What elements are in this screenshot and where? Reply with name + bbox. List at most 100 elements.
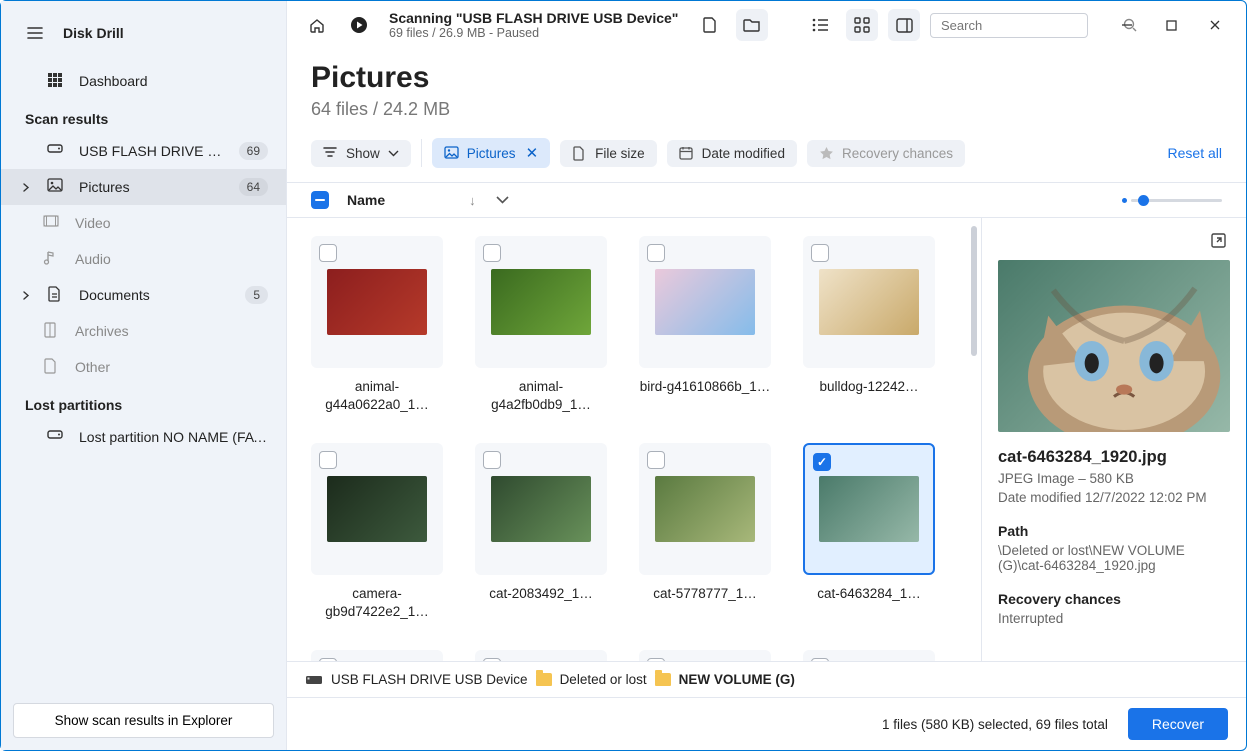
breadcrumb-item[interactable]: USB FLASH DRIVE USB Device	[331, 672, 528, 687]
file-checkbox[interactable]	[319, 451, 337, 469]
file-thumbnail[interactable]	[803, 650, 935, 661]
list-view-icon[interactable]	[804, 9, 836, 41]
file-checkbox[interactable]	[319, 244, 337, 262]
home-icon[interactable]	[301, 9, 333, 41]
play-icon[interactable]	[343, 9, 375, 41]
grid-view-icon[interactable]	[846, 9, 878, 41]
file-thumbnail[interactable]	[475, 650, 607, 661]
thumbnail-image	[819, 476, 919, 542]
column-name[interactable]: Name	[347, 192, 385, 208]
file-thumbnail[interactable]	[475, 236, 607, 368]
file-card[interactable]: bird-g41610866b_1…	[639, 236, 771, 413]
sidebar-badge: 5	[245, 286, 268, 304]
sidebar-item-pictures[interactable]: Pictures 64	[1, 169, 286, 205]
thumbnail-size-slider[interactable]	[1122, 198, 1222, 203]
file-thumbnail[interactable]	[639, 650, 771, 661]
show-dropdown[interactable]: Show	[311, 140, 411, 167]
file-checkbox[interactable]	[483, 658, 501, 661]
file-card[interactable]: animal-g44a0622a0_1…	[311, 236, 443, 413]
file-card[interactable]: cat-5778777_1…	[639, 443, 771, 620]
sidebar-label: Documents	[79, 287, 231, 303]
scrollbar[interactable]	[971, 226, 977, 356]
chevron-down-icon[interactable]	[496, 196, 509, 204]
star-icon	[819, 146, 834, 161]
file-icon[interactable]	[694, 9, 726, 41]
filter-pictures[interactable]: Pictures ✕	[432, 138, 550, 168]
sort-arrow-icon[interactable]: ↓	[469, 193, 476, 208]
sidebar-item-archives[interactable]: Archives	[1, 313, 286, 349]
close-icon[interactable]: ✕	[526, 144, 539, 162]
file-checkbox[interactable]	[647, 658, 665, 661]
file-thumbnail[interactable]	[803, 443, 935, 575]
file-caption: cat-5778777_1…	[653, 585, 757, 603]
pictures-icon	[444, 146, 459, 161]
file-caption: animal-g4a2fb0db9_1…	[475, 378, 607, 413]
sidebar-item-other[interactable]: Other	[1, 349, 286, 385]
folder-icon[interactable]	[736, 9, 768, 41]
recover-button[interactable]: Recover	[1128, 708, 1228, 740]
file-card[interactable]	[639, 650, 771, 661]
sidebar-item-video[interactable]: Video	[1, 205, 286, 241]
details-recovery-value: Interrupted	[998, 611, 1230, 626]
sidebar-item-lost-partition[interactable]: Lost partition NO NAME (FAT…	[1, 419, 286, 455]
details-date: Date modified 12/7/2022 12:02 PM	[998, 490, 1230, 505]
reset-all-link[interactable]: Reset all	[1168, 145, 1222, 161]
file-checkbox[interactable]	[483, 244, 501, 262]
file-card[interactable]: camera-gb9d7422e2_1…	[311, 443, 443, 620]
open-external-icon[interactable]	[1210, 232, 1230, 252]
file-checkbox[interactable]	[647, 451, 665, 469]
sidebar-item-drive[interactable]: USB FLASH DRIVE USB D… 69	[1, 133, 286, 169]
file-card[interactable]: cat-2083492_1…	[475, 443, 607, 620]
file-card[interactable]: cat-6463284_1…	[803, 443, 935, 620]
file-checkbox[interactable]	[319, 658, 337, 661]
file-card[interactable]	[311, 650, 443, 661]
file-grid: animal-g44a0622a0_1… animal-g4a2fb0db9_1……	[287, 218, 981, 661]
thumbnail-image	[491, 476, 591, 542]
select-all-checkbox[interactable]	[311, 191, 329, 209]
file-checkbox[interactable]	[811, 658, 829, 661]
minimize-button[interactable]	[1116, 14, 1138, 36]
breadcrumb-item[interactable]: NEW VOLUME (G)	[679, 672, 795, 687]
folder-icon	[655, 673, 671, 686]
close-button[interactable]	[1204, 14, 1226, 36]
file-checkbox[interactable]	[811, 244, 829, 262]
filter-recovery-chances[interactable]: Recovery chances	[807, 140, 965, 167]
sidebar-label: Dashboard	[79, 73, 268, 89]
file-checkbox[interactable]	[647, 244, 665, 262]
hamburger-menu-icon[interactable]	[19, 17, 51, 49]
details-recovery-label: Recovery chances	[998, 591, 1230, 607]
file-thumbnail[interactable]	[803, 236, 935, 368]
file-card[interactable]	[475, 650, 607, 661]
scan-subtitle: 69 files / 26.9 MB - Paused	[389, 26, 678, 40]
titlebar: Scanning "USB FLASH DRIVE USB Device" 69…	[287, 1, 1246, 49]
drive-icon	[305, 674, 323, 686]
preview-image	[998, 260, 1230, 432]
maximize-button[interactable]	[1160, 14, 1182, 36]
sidebar-item-audio[interactable]: Audio	[1, 241, 286, 277]
file-card[interactable]: bulldog-12242…	[803, 236, 935, 413]
filter-datemodified[interactable]: Date modified	[667, 140, 797, 167]
sidebar-item-documents[interactable]: Documents 5	[1, 277, 286, 313]
sidebar-item-dashboard[interactable]: Dashboard	[1, 63, 286, 99]
chevron-right-icon	[19, 288, 33, 302]
file-card[interactable]	[803, 650, 935, 661]
file-checkbox[interactable]	[813, 453, 831, 471]
search-input[interactable]	[930, 13, 1088, 38]
file-thumbnail[interactable]	[311, 650, 443, 661]
chevron-down-icon	[388, 150, 399, 157]
file-thumbnail[interactable]	[639, 443, 771, 575]
status-bar: 1 files (580 KB) selected, 69 files tota…	[287, 697, 1246, 750]
file-thumbnail[interactable]	[639, 236, 771, 368]
search-field[interactable]	[941, 18, 1117, 33]
file-card[interactable]: animal-g4a2fb0db9_1…	[475, 236, 607, 413]
details-panel-icon[interactable]	[888, 9, 920, 41]
filter-filesize[interactable]: File size	[560, 140, 657, 167]
file-thumbnail[interactable]	[475, 443, 607, 575]
file-checkbox[interactable]	[483, 451, 501, 469]
file-thumbnail[interactable]	[311, 443, 443, 575]
show-in-explorer-button[interactable]: Show scan results in Explorer	[13, 703, 274, 738]
archive-icon	[43, 322, 61, 340]
breadcrumb-item[interactable]: Deleted or lost	[560, 672, 647, 687]
file-thumbnail[interactable]	[311, 236, 443, 368]
file-caption: bulldog-12242…	[819, 378, 918, 396]
